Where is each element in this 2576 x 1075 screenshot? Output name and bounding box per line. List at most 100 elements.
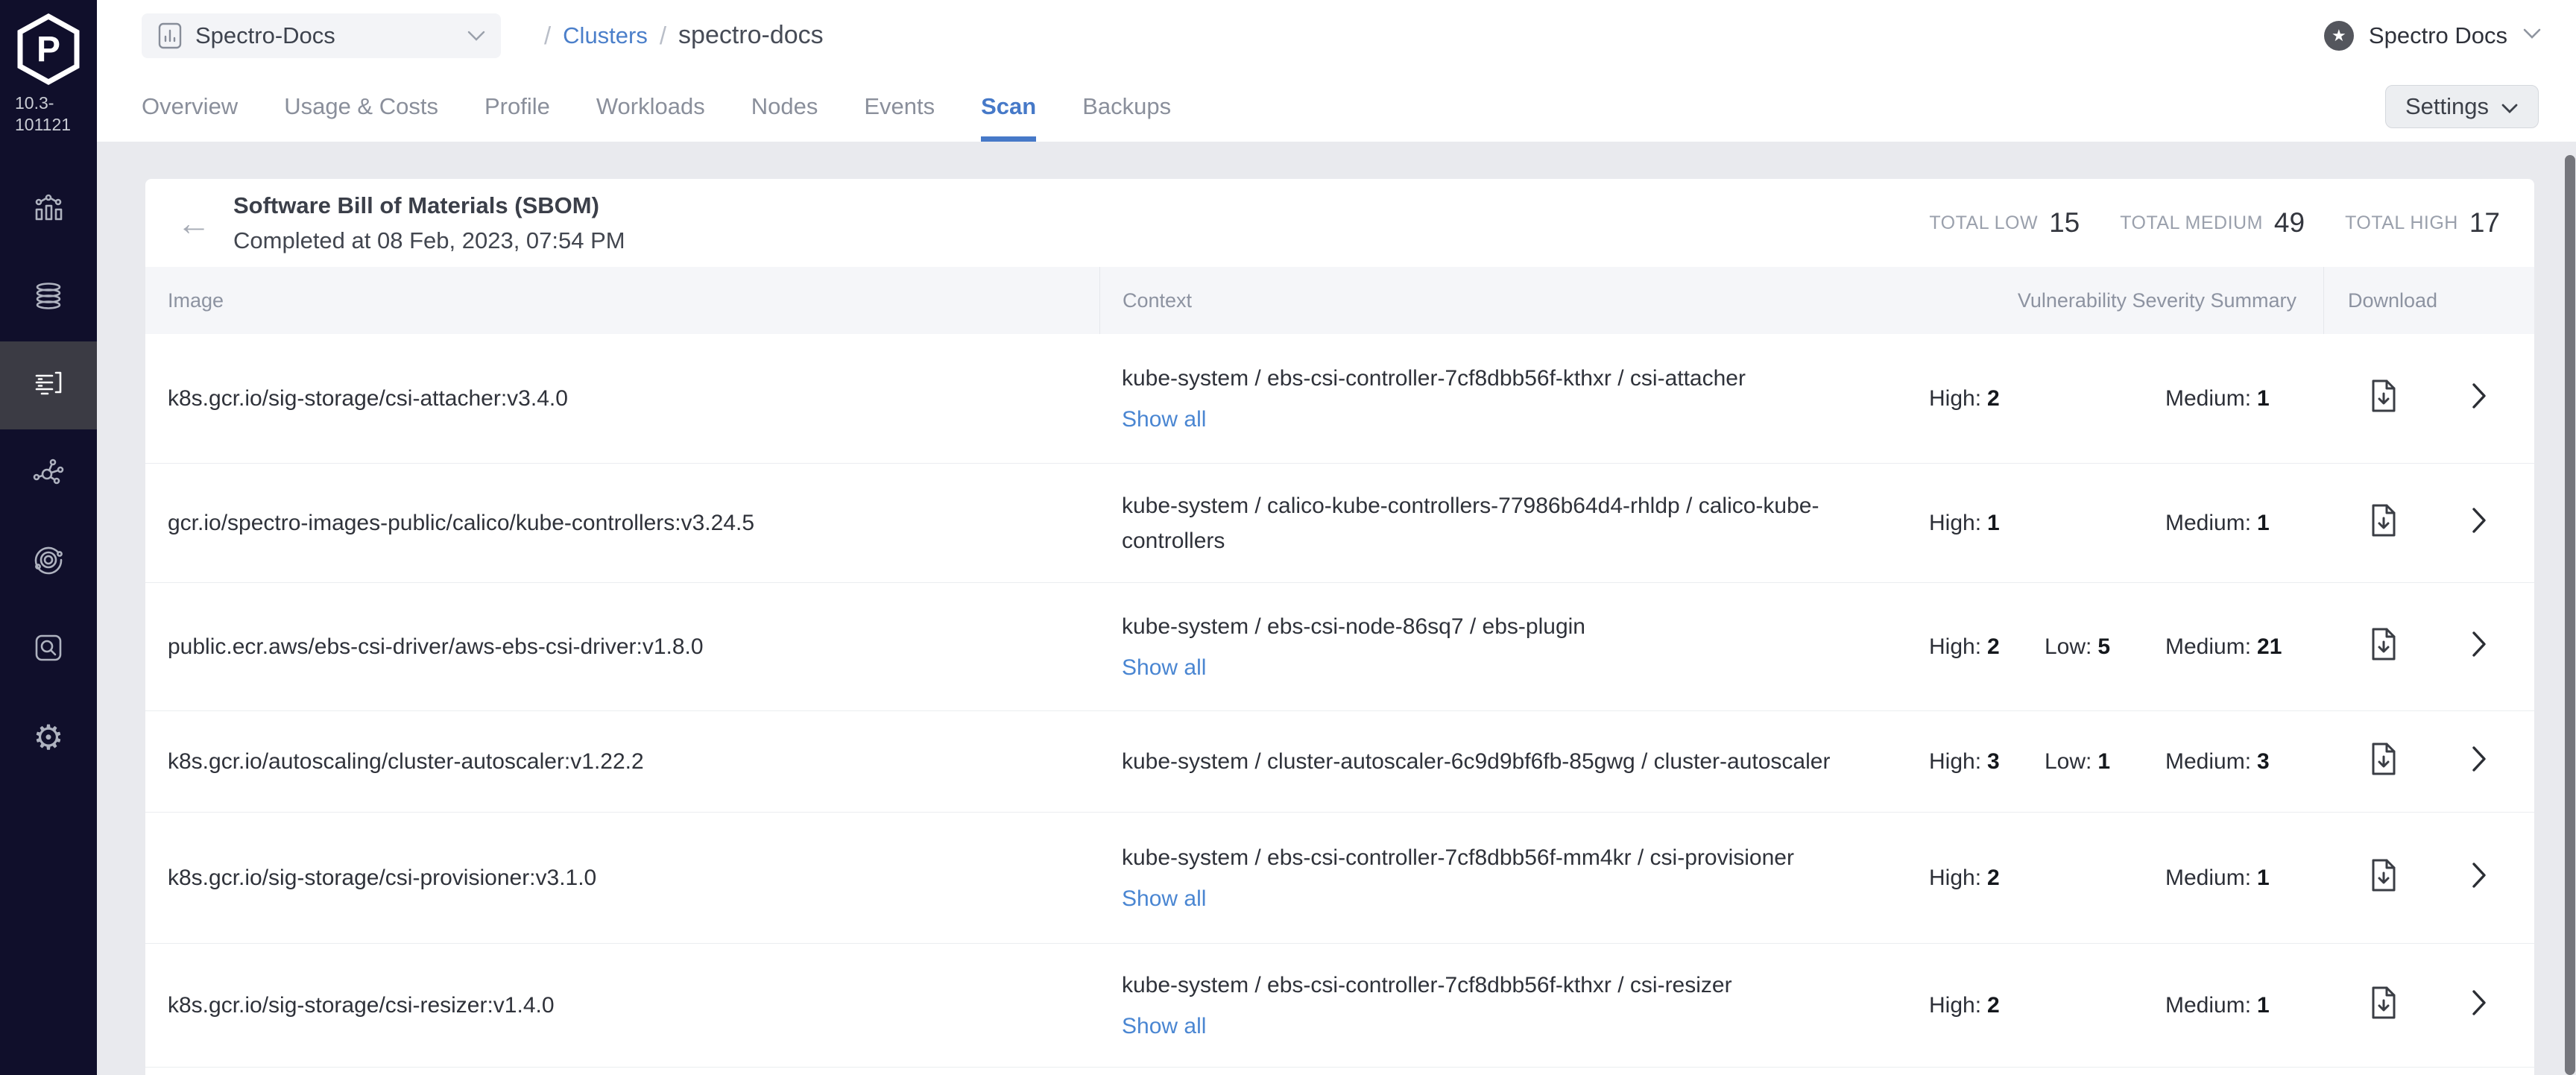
severity-high: High:2	[1929, 634, 2045, 660]
show-all-link[interactable]: Show all	[1122, 881, 1206, 916]
user-menu[interactable]: ★ Spectro Docs	[2324, 21, 2542, 51]
total-medium: TOTAL MEDIUM 49	[2120, 207, 2305, 239]
total-medium-label: TOTAL MEDIUM	[2120, 212, 2263, 234]
context-cell: kube-system / ebs-csi-controller-7cf8dbb…	[1099, 968, 1929, 1044]
context-text: kube-system / ebs-csi-controller-7cf8dbb…	[1122, 361, 1892, 396]
severity-totals: TOTAL LOW 15 TOTAL MEDIUM 49 TOTAL HIGH …	[1929, 207, 2500, 239]
metrics-icon	[31, 191, 66, 229]
completed-timestamp: Completed at 08 Feb, 2023, 07:54 PM	[233, 223, 625, 258]
sidebar-item-metrics[interactable]	[0, 165, 97, 253]
image-cell: k8s.gcr.io/sig-storage/csi-attacher:v3.4…	[145, 386, 1099, 412]
settings-button[interactable]: Settings	[2385, 85, 2539, 128]
sidebar-item-workspaces[interactable]	[0, 429, 97, 517]
download-sbom-button[interactable]	[2369, 377, 2471, 420]
download-sbom-button[interactable]	[2369, 502, 2471, 545]
context-text: kube-system / ebs-csi-node-86sq7 / ebs-p…	[1122, 609, 1892, 644]
severity-high: High:1	[1929, 511, 2045, 536]
file-download-icon	[2369, 502, 2399, 545]
chevron-right-icon	[2471, 989, 2487, 1023]
page-title: Software Bill of Materials (SBOM)	[233, 188, 625, 223]
show-all-link[interactable]: Show all	[1122, 1009, 1206, 1044]
project-selector[interactable]: Spectro-Docs	[142, 13, 501, 58]
severity-medium: Medium:3	[2165, 749, 2369, 775]
chevron-down-icon	[2522, 28, 2542, 43]
tab-scan[interactable]: Scan	[981, 71, 1036, 142]
row-expand-chevron[interactable]	[2471, 745, 2534, 779]
table-header-row: Image Context Vulnerability Severity Sum…	[145, 267, 2534, 334]
sidebar-item-profiles[interactable]	[0, 253, 97, 341]
total-medium-value: 49	[2274, 207, 2305, 239]
column-header-download: Download	[2323, 267, 2534, 334]
total-low-label: TOTAL LOW	[1929, 212, 2038, 234]
table-row: k8s.gcr.io/sig-storage/csi-provisioner:v…	[145, 813, 2534, 944]
row-expand-chevron[interactable]	[2471, 382, 2534, 416]
chevron-right-icon	[2471, 745, 2487, 779]
chevron-right-icon	[2471, 630, 2487, 664]
context-text: kube-system / calico-kube-controllers-77…	[1122, 488, 1892, 558]
context-cell: kube-system / ebs-csi-node-86sq7 / ebs-p…	[1099, 609, 1929, 685]
breadcrumb-current: spectro-docs	[678, 21, 824, 50]
download-sbom-button[interactable]	[2369, 625, 2471, 669]
column-header-image: Image	[145, 267, 1099, 334]
tab-usage-costs[interactable]: Usage & Costs	[284, 71, 438, 142]
vertical-scrollbar-thumb[interactable]	[2565, 155, 2575, 1075]
download-sbom-button[interactable]	[2369, 857, 2471, 900]
table-row: gcr.io/spectro-images-public/calico/kube…	[145, 464, 2534, 583]
tab-workloads[interactable]: Workloads	[596, 71, 705, 142]
breadcrumb-separator: /	[660, 22, 666, 50]
tab-overview[interactable]: Overview	[142, 71, 238, 142]
sbom-table: k8s.gcr.io/sig-storage/csi-attacher:v3.4…	[145, 334, 2534, 1068]
total-low: TOTAL LOW 15	[1929, 207, 2080, 239]
version-label: 10.3- 101121	[0, 92, 97, 136]
severity-medium: Medium:1	[2165, 386, 2369, 412]
main-area: Spectro-Docs / Clusters / spectro-docs ★…	[97, 0, 2576, 1075]
image-cell: k8s.gcr.io/autoscaling/cluster-autoscale…	[145, 749, 1099, 775]
sbom-header: ← Software Bill of Materials (SBOM) Comp…	[145, 179, 2534, 267]
severity-medium: Medium:1	[2165, 866, 2369, 891]
project-chart-icon	[157, 20, 183, 51]
row-expand-chevron[interactable]	[2471, 861, 2534, 895]
file-download-icon	[2369, 377, 2399, 420]
tab-profile[interactable]: Profile	[484, 71, 550, 142]
image-cell: gcr.io/spectro-images-public/calico/kube…	[145, 511, 1099, 536]
sidebar-item-audit[interactable]	[0, 605, 97, 693]
sidebar-item-groups[interactable]	[0, 517, 97, 605]
sidebar: P 10.3- 101121	[0, 0, 97, 1075]
show-all-link[interactable]: Show all	[1122, 402, 1206, 437]
breadcrumb-separator: /	[544, 22, 551, 50]
sbom-card: ← Software Bill of Materials (SBOM) Comp…	[145, 179, 2534, 1075]
severity-medium: Medium:1	[2165, 993, 2369, 1018]
sidebar-item-clusters[interactable]	[0, 341, 97, 429]
context-text: kube-system / ebs-csi-controller-7cf8dbb…	[1122, 840, 1892, 875]
avatar: ★	[2324, 21, 2354, 51]
severity-low: Low:5	[2045, 634, 2165, 660]
topbar: Spectro-Docs / Clusters / spectro-docs ★…	[97, 0, 2576, 71]
context-text: kube-system / cluster-autoscaler-6c9d9bf…	[1122, 744, 1892, 779]
chevron-right-icon	[2471, 861, 2487, 895]
show-all-link[interactable]: Show all	[1122, 650, 1206, 685]
severity-high: High:3	[1929, 749, 2045, 775]
tab-backups[interactable]: Backups	[1082, 71, 1171, 142]
file-download-icon	[2369, 857, 2399, 900]
row-expand-chevron[interactable]	[2471, 630, 2534, 664]
back-arrow-icon[interactable]: ←	[177, 206, 211, 240]
star-icon: ★	[2332, 26, 2346, 45]
tab-nodes[interactable]: Nodes	[751, 71, 818, 142]
row-expand-chevron[interactable]	[2471, 989, 2534, 1023]
audit-search-icon	[31, 631, 66, 669]
tab-events[interactable]: Events	[864, 71, 935, 142]
download-sbom-button[interactable]	[2369, 740, 2471, 784]
context-cell: kube-system / ebs-csi-controller-7cf8dbb…	[1099, 361, 1929, 437]
network-icon	[31, 455, 66, 493]
sidebar-nav: ⚙	[0, 165, 97, 781]
orbit-icon	[31, 543, 66, 581]
breadcrumb-clusters-link[interactable]: Clusters	[563, 22, 648, 49]
row-expand-chevron[interactable]	[2471, 506, 2534, 540]
total-low-value: 15	[2049, 207, 2080, 239]
severity-low: Low:1	[2045, 749, 2165, 775]
chevron-down-icon	[467, 30, 486, 42]
file-download-icon	[2369, 740, 2399, 784]
sidebar-item-settings[interactable]: ⚙	[0, 693, 97, 781]
column-header-severity: Vulnerability Severity Summary	[1929, 267, 2323, 334]
download-sbom-button[interactable]	[2369, 984, 2471, 1027]
